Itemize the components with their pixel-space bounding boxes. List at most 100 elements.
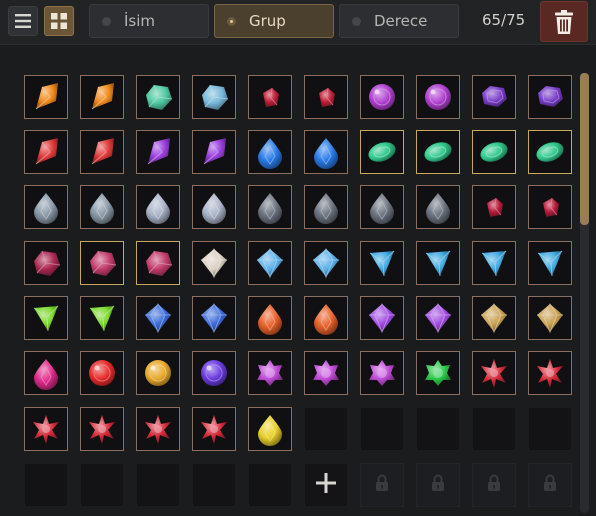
inventory-slot[interactable]: [248, 130, 292, 174]
inventory-slot[interactable]: [248, 296, 292, 340]
inventory-slot[interactable]: [192, 185, 236, 229]
inventory-slot[interactable]: [304, 351, 348, 395]
inventory-slot[interactable]: [192, 130, 236, 174]
inventory-slot[interactable]: [80, 407, 124, 451]
inventory-slot[interactable]: [304, 296, 348, 340]
inventory-slot[interactable]: [248, 407, 292, 451]
inventory-slot[interactable]: [24, 407, 68, 451]
inventory-slot[interactable]: [136, 130, 180, 174]
dark-teardrop-icon: [420, 189, 456, 225]
inventory-slot[interactable]: [192, 296, 236, 340]
empty-slot[interactable]: [416, 407, 460, 451]
inventory-slot[interactable]: [136, 407, 180, 451]
inventory-slot[interactable]: [360, 296, 404, 340]
inventory-slot[interactable]: [136, 351, 180, 395]
inventory-slot[interactable]: [528, 185, 572, 229]
locked-slot[interactable]: [416, 463, 460, 507]
locked-slot[interactable]: [472, 463, 516, 507]
inventory-slot[interactable]: [192, 75, 236, 119]
locked-slot[interactable]: [360, 463, 404, 507]
inventory-slot[interactable]: [24, 75, 68, 119]
radio-icon: [352, 16, 361, 26]
inventory-slot[interactable]: [80, 351, 124, 395]
smoky-facet-icon: [476, 300, 512, 336]
inventory-slot[interactable]: [24, 296, 68, 340]
inventory-slot[interactable]: [472, 75, 516, 119]
dark-teardrop-icon: [364, 189, 400, 225]
empty-slot[interactable]: [304, 407, 348, 451]
sort-by-name-button[interactable]: İsim: [89, 4, 209, 38]
inventory-slot[interactable]: [248, 75, 292, 119]
inventory-slot[interactable]: [80, 296, 124, 340]
inventory-slot[interactable]: [528, 351, 572, 395]
sort-by-group-button[interactable]: Grup: [214, 4, 334, 38]
inventory-slot[interactable]: [304, 75, 348, 119]
indigo-round-icon: [196, 355, 232, 391]
inventory-slot[interactable]: [136, 185, 180, 229]
inventory-slot[interactable]: [80, 75, 124, 119]
empty-slot[interactable]: [472, 407, 516, 451]
inventory-slot[interactable]: [248, 185, 292, 229]
inventory-slot[interactable]: [80, 130, 124, 174]
inventory-slot[interactable]: [192, 351, 236, 395]
inventory-slot[interactable]: [360, 351, 404, 395]
inventory-slot[interactable]: [304, 185, 348, 229]
inventory-slot[interactable]: [24, 351, 68, 395]
inventory-slot[interactable]: [80, 241, 124, 285]
inventory-slot[interactable]: [248, 351, 292, 395]
amber-crystal-icon: [28, 79, 64, 115]
empty-slot[interactable]: [528, 407, 572, 451]
inventory-slot[interactable]: [472, 296, 516, 340]
inventory-slot[interactable]: [416, 351, 460, 395]
inventory-slot[interactable]: [136, 75, 180, 119]
inventory-slot[interactable]: [136, 241, 180, 285]
inventory-slot[interactable]: [416, 241, 460, 285]
inventory-slot[interactable]: [24, 185, 68, 229]
locked-slot[interactable]: [528, 463, 572, 507]
empty-slot[interactable]: [136, 463, 180, 507]
empty-slot[interactable]: [360, 407, 404, 451]
inventory-slot[interactable]: [472, 130, 516, 174]
add-slot-button[interactable]: [304, 463, 348, 507]
lock-icon: [543, 474, 557, 496]
amethyst-cut-icon: [364, 300, 400, 336]
inventory-slot[interactable]: [24, 130, 68, 174]
gold-drop-icon: [252, 411, 288, 447]
inventory-slot[interactable]: [360, 185, 404, 229]
inventory-slot[interactable]: [24, 241, 68, 285]
grid-view-button[interactable]: [44, 6, 74, 36]
list-view-button[interactable]: [8, 6, 38, 36]
inventory-slot[interactable]: [304, 241, 348, 285]
inventory-slot[interactable]: [416, 75, 460, 119]
garnet-chunk-icon: [140, 245, 176, 281]
inventory-slot[interactable]: [528, 75, 572, 119]
inventory-slot[interactable]: [360, 75, 404, 119]
inventory-slot[interactable]: [360, 130, 404, 174]
inventory-slot[interactable]: [528, 130, 572, 174]
inventory-slot[interactable]: [416, 130, 460, 174]
inventory-slot[interactable]: [304, 130, 348, 174]
empty-slot[interactable]: [192, 463, 236, 507]
amethyst-orb-icon: [420, 79, 456, 115]
empty-slot[interactable]: [24, 463, 68, 507]
inventory-slot[interactable]: [192, 407, 236, 451]
delete-button[interactable]: [540, 1, 588, 42]
inventory-slot[interactable]: [472, 241, 516, 285]
sort-by-grade-button[interactable]: Derece: [339, 4, 459, 38]
inventory-slot[interactable]: [416, 185, 460, 229]
inventory-slot[interactable]: [192, 241, 236, 285]
inventory-slot[interactable]: [80, 185, 124, 229]
inventory-slot[interactable]: [248, 241, 292, 285]
amber-crystal-icon: [84, 79, 120, 115]
inventory-slot[interactable]: [360, 241, 404, 285]
inventory-slot[interactable]: [472, 351, 516, 395]
inventory-slot[interactable]: [136, 296, 180, 340]
trash-icon: [555, 9, 573, 34]
inventory-slot[interactable]: [472, 185, 516, 229]
scrollbar-thumb[interactable]: [580, 73, 589, 225]
inventory-slot[interactable]: [528, 241, 572, 285]
empty-slot[interactable]: [80, 463, 124, 507]
inventory-slot[interactable]: [528, 296, 572, 340]
empty-slot[interactable]: [248, 463, 292, 507]
inventory-slot[interactable]: [416, 296, 460, 340]
